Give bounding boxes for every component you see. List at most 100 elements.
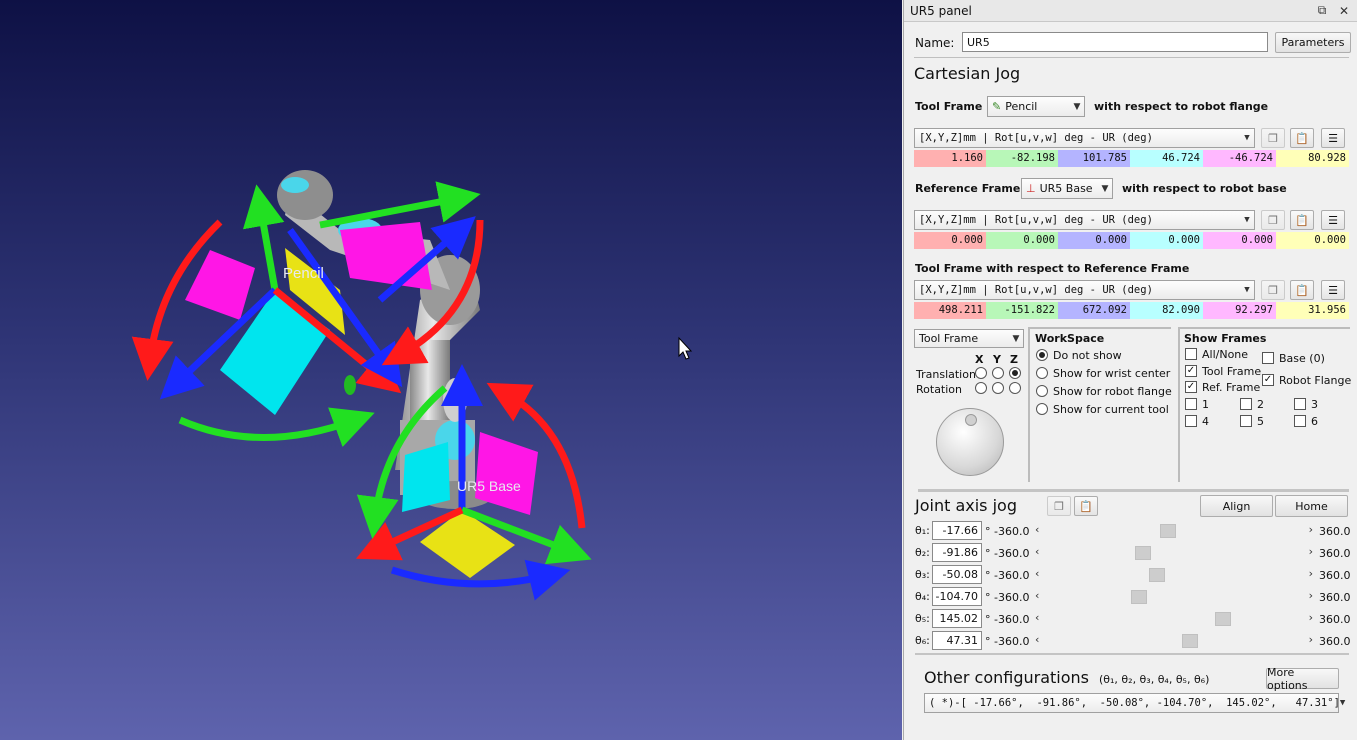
tool-value-w[interactable]: 80.928 — [1276, 150, 1349, 167]
joint-slider[interactable]: ‹ › — [1033, 522, 1315, 540]
joint-slider-handle[interactable] — [1131, 590, 1147, 604]
frame-ref[interactable]: ✓ Ref. Frame — [1185, 378, 1260, 396]
joint-value-input[interactable]: -50.08 — [932, 565, 982, 584]
ref-value-w[interactable]: 0.000 — [1276, 232, 1349, 249]
workspace-option[interactable]: Show for wrist center — [1036, 364, 1172, 382]
jog-dial[interactable] — [936, 408, 1004, 476]
chevron-right-icon[interactable]: › — [1309, 545, 1313, 558]
chevron-right-icon[interactable]: › — [1309, 567, 1313, 580]
copy-button[interactable]: ❐ — [1261, 210, 1285, 230]
ref-value-v[interactable]: 0.000 — [1203, 232, 1276, 249]
tool-value-v[interactable]: -46.724 — [1203, 150, 1276, 167]
ref-value-y[interactable]: 0.000 — [986, 232, 1058, 249]
checkbox[interactable] — [1262, 352, 1274, 364]
translation-z-radio[interactable] — [1009, 367, 1021, 379]
joint-slider[interactable]: ‹ › — [1033, 544, 1315, 562]
workspace-option[interactable]: Show for current tool — [1036, 400, 1172, 418]
ref-value-u[interactable]: 0.000 — [1130, 232, 1203, 249]
tool-ref-value-y[interactable]: -151.822 — [986, 302, 1058, 319]
joint-slider-handle[interactable] — [1135, 546, 1151, 560]
translation-y-radio[interactable] — [992, 367, 1004, 379]
chevron-left-icon[interactable]: ‹ — [1035, 633, 1039, 646]
chevron-left-icon[interactable]: ‹ — [1035, 545, 1039, 558]
tool-frame-select[interactable]: ✎ Pencil ▼ — [987, 96, 1085, 117]
checkbox[interactable] — [1294, 398, 1306, 410]
menu-button[interactable]: ☰ — [1321, 280, 1345, 300]
joint-slider-handle[interactable] — [1160, 524, 1176, 538]
joint-value-input[interactable]: -17.66 — [932, 521, 982, 540]
joint-slider[interactable]: ‹ › — [1033, 610, 1315, 628]
workspace-radio[interactable] — [1036, 403, 1048, 415]
paste-button[interactable]: 📋 — [1290, 280, 1314, 300]
chevron-left-icon[interactable]: ‹ — [1035, 589, 1039, 602]
frame-joint-2[interactable]: 2 — [1240, 395, 1264, 413]
chevron-left-icon[interactable]: ‹ — [1035, 567, 1039, 580]
rotation-y-radio[interactable] — [992, 382, 1004, 394]
joint-value-input[interactable]: 47.31 — [932, 631, 982, 650]
checkbox[interactable] — [1185, 415, 1197, 427]
ref-pose-format-select[interactable]: [X,Y,Z]mm | Rot[u,v,w] deg - UR (deg) ▼ — [914, 210, 1255, 230]
ref-value-x[interactable]: 0.000 — [914, 232, 986, 249]
home-button[interactable]: Home — [1275, 495, 1348, 517]
copy-button[interactable]: ❐ — [1261, 128, 1285, 148]
chevron-right-icon[interactable]: › — [1309, 611, 1313, 624]
frame-joint-1[interactable]: 1 — [1185, 395, 1209, 413]
copy-button[interactable]: ❐ — [1261, 280, 1285, 300]
jog-frame-select[interactable]: Tool Frame ▼ — [914, 329, 1024, 348]
workspace-option[interactable]: Show for robot flange — [1036, 382, 1172, 400]
paste-button[interactable]: 📋 — [1290, 210, 1314, 230]
frame-robot-flange[interactable]: ✓ Robot Flange — [1262, 371, 1351, 389]
ref-frame-select[interactable]: ⊥ UR5 Base ▼ — [1021, 178, 1113, 199]
config-select[interactable]: ( *)-[ -17.66°, -91.86°, -50.08°, -104.7… — [924, 693, 1345, 713]
joint-value-input[interactable]: -104.70 — [932, 587, 982, 606]
tool-pose-format-select[interactable]: [X,Y,Z]mm | Rot[u,v,w] deg - UR (deg) ▼ — [914, 128, 1255, 148]
more-options-button[interactable]: More options — [1266, 666, 1339, 692]
checkbox[interactable] — [1240, 398, 1252, 410]
joint-value-input[interactable]: 145.02 — [932, 609, 982, 628]
copy-joints-button[interactable]: ❐ — [1047, 496, 1071, 516]
frame-base[interactable]: Base (0) — [1262, 349, 1325, 367]
frame-joint-4[interactable]: 4 — [1185, 412, 1209, 430]
frame-all-none[interactable]: All/None — [1185, 345, 1248, 363]
checkbox[interactable]: ✓ — [1262, 374, 1274, 386]
joint-slider-handle[interactable] — [1182, 634, 1198, 648]
checkbox[interactable] — [1185, 348, 1197, 360]
workspace-radio[interactable] — [1036, 385, 1048, 397]
parameters-button[interactable]: Parameters — [1275, 32, 1351, 53]
tool-value-u[interactable]: 46.724 — [1130, 150, 1203, 167]
close-icon[interactable]: ✕ — [1335, 2, 1353, 20]
joint-slider[interactable]: ‹ › — [1033, 588, 1315, 606]
checkbox[interactable] — [1294, 415, 1306, 427]
chevron-right-icon[interactable]: › — [1309, 633, 1313, 646]
chevron-left-icon[interactable]: ‹ — [1035, 611, 1039, 624]
tool-value-y[interactable]: -82.198 — [986, 150, 1058, 167]
rotation-x-radio[interactable] — [975, 382, 987, 394]
align-button[interactable]: Align — [1200, 495, 1273, 517]
3d-viewport[interactable]: Pencil UR5 Base — [0, 0, 902, 740]
checkbox[interactable]: ✓ — [1185, 381, 1197, 393]
workspace-radio[interactable] — [1036, 367, 1048, 379]
chevron-right-icon[interactable]: › — [1309, 589, 1313, 602]
joint-slider-handle[interactable] — [1149, 568, 1165, 582]
checkbox[interactable] — [1185, 398, 1197, 410]
chevron-left-icon[interactable]: ‹ — [1035, 523, 1039, 536]
tool-ref-value-x[interactable]: 498.211 — [914, 302, 986, 319]
float-window-icon[interactable]: ⧉ — [1313, 2, 1331, 20]
workspace-option[interactable]: Do not show — [1036, 346, 1172, 364]
frame-joint-6[interactable]: 6 — [1294, 412, 1318, 430]
translation-x-radio[interactable] — [975, 367, 987, 379]
checkbox[interactable]: ✓ — [1185, 365, 1197, 377]
rotation-z-radio[interactable] — [1009, 382, 1021, 394]
workspace-radio[interactable] — [1036, 349, 1048, 361]
tool-value-z[interactable]: 101.785 — [1058, 150, 1130, 167]
joint-slider[interactable]: ‹ › — [1033, 632, 1315, 650]
tool-ref-value-u[interactable]: 82.090 — [1130, 302, 1203, 319]
chevron-right-icon[interactable]: › — [1309, 523, 1313, 536]
menu-button[interactable]: ☰ — [1321, 128, 1345, 148]
name-input[interactable]: UR5 — [962, 32, 1268, 52]
paste-button[interactable]: 📋 — [1290, 128, 1314, 148]
tool-value-x[interactable]: 1.160 — [914, 150, 986, 167]
tool-ref-value-z[interactable]: 672.092 — [1058, 302, 1130, 319]
tool-ref-pose-format-select[interactable]: [X,Y,Z]mm | Rot[u,v,w] deg - UR (deg) ▼ — [914, 280, 1255, 300]
tool-ref-value-v[interactable]: 92.297 — [1203, 302, 1276, 319]
